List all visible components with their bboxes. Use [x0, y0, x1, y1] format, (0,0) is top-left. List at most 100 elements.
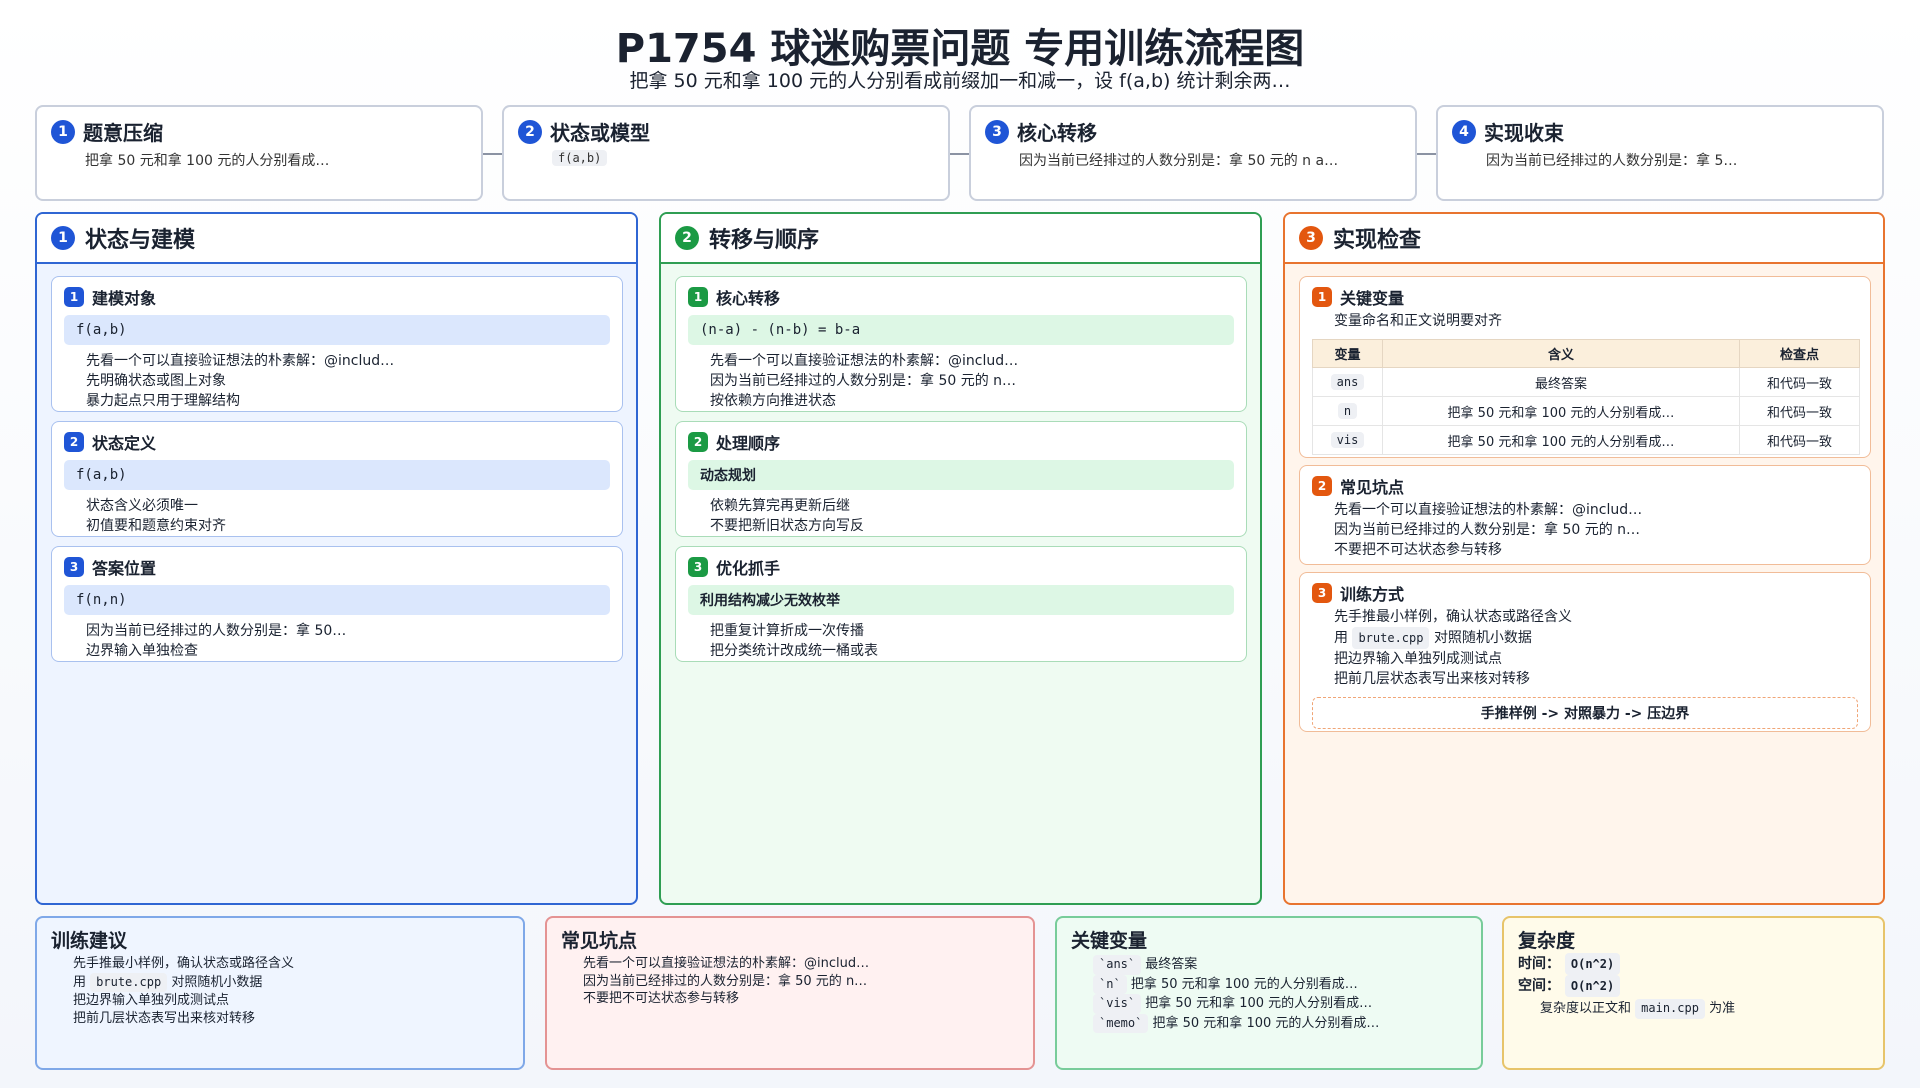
variable-meaning: 最终答案 [1382, 367, 1740, 397]
flow-step-1: 1 题意压缩 把拿 50 元和拿 100 元的人分别看成… [35, 105, 483, 201]
column-model: 1 状态与建模 1 建模对象 f(a,b) 先看一个可以直接验证想法的朴素解：@in… [35, 212, 638, 905]
card-title: 状态定义 [92, 434, 157, 453]
panel-key-variables: 关键变量 `ans` 最终答案 `n` 把拿 50 元和拿 100 元的人分别看… [1055, 916, 1483, 1070]
card-code: f(a,b) [64, 460, 610, 490]
table-row: vis 把拿 50 元和拿 100 元的人分别看成… 和代码一致 [1312, 425, 1860, 455]
training-flow: 手推样例 -> 对照暴力 -> 压边界 [1312, 697, 1858, 729]
list-item: 把前几层状态表写出来核对转移 [1334, 669, 1858, 689]
panel-title: 关键变量 [1071, 930, 1148, 952]
card-title: 训练方式 [1340, 585, 1405, 604]
card-number-badge: 2 [1312, 476, 1332, 496]
variable-meaning: 把拿 50 元和拿 100 元的人分别看成… [1382, 396, 1740, 426]
list-item: 先看一个可以直接验证想法的朴素解：@includ… [1334, 500, 1858, 520]
list-item: 先明确状态或图上对象 [86, 371, 610, 391]
list-item: 用 brute.cpp 对照随机小数据 [1334, 627, 1858, 649]
column-number-badge: 2 [675, 226, 699, 250]
list-item: 按依赖方向推进状态 [710, 391, 1234, 411]
list-item: 把边界输入单独列成测试点 [1334, 649, 1858, 669]
card-title: 关键变量 [1340, 289, 1405, 308]
panel-complexity: 复杂度 时间： O(n^2) 空间： O(n^2) 复杂度以正文和 main.c… [1502, 916, 1885, 1070]
list-item: 把边界输入单独列成测试点 [73, 992, 509, 1010]
card-code: (n-a) - (n-b) = b-a [688, 315, 1234, 345]
list-item: 把重复计算折成一次传播 [710, 621, 1234, 641]
column-title: 转移与顺序 [709, 228, 820, 253]
list-item: 因为当前已经排过的人数分别是：拿 50 元的 n… [1334, 520, 1858, 540]
card-number-badge: 3 [688, 557, 708, 577]
table-row: ans 最终答案 和代码一致 [1312, 367, 1860, 397]
card-modeling-object: 1 建模对象 f(a,b) 先看一个可以直接验证想法的朴素解：@includ… 先… [51, 276, 623, 412]
card-highlight: 利用结构减少无效枚举 [688, 585, 1234, 615]
card-title: 常见坑点 [1340, 478, 1405, 497]
column-number-badge: 3 [1299, 226, 1323, 250]
list-item: 初值要和题意约束对齐 [86, 516, 610, 536]
variable-name: n [1337, 403, 1358, 419]
list-item: 因为当前已经排过的人数分别是：拿 50 元的 n… [710, 371, 1234, 391]
panel-common-pitfalls: 常见坑点 先看一个可以直接验证想法的朴素解：@includ… 因为当前已经排过的… [545, 916, 1035, 1070]
card-number-badge: 2 [64, 432, 84, 452]
list-item: 把分类统计改成统一桶或表 [710, 641, 1234, 661]
card-core-transition: 1 核心转移 (n-a) - (n-b) = b-a 先看一个可以直接验证想法的朴… [675, 276, 1247, 412]
card-answer-position: 3 答案位置 f(n,n) 因为当前已经排过的人数分别是：拿 50… 边界输入单独… [51, 546, 623, 662]
step-title: 核心转移 [1017, 121, 1097, 145]
card-code: f(n,n) [64, 585, 610, 615]
column-number-badge: 1 [51, 226, 75, 250]
panel-title: 常见坑点 [561, 930, 638, 952]
card-title: 建模对象 [92, 289, 157, 308]
flow-connector [483, 153, 503, 155]
card-state-definition: 2 状态定义 f(a,b) 状态含义必须唯一 初值要和题意约束对齐 [51, 421, 623, 537]
variable-name: vis [1330, 432, 1365, 448]
step-desc: 因为当前已经排过的人数分别是：拿 5… [1486, 153, 1738, 169]
list-item: 状态含义必须唯一 [86, 496, 610, 516]
time-complexity: 时间： O(n^2) [1518, 953, 1869, 975]
step-title: 实现收束 [1484, 121, 1564, 145]
list-item: 先看一个可以直接验证想法的朴素解：@includ… [86, 351, 610, 371]
code-file: brute.cpp [90, 972, 168, 992]
column-title: 状态与建模 [85, 228, 196, 253]
card-number-badge: 3 [64, 557, 84, 577]
flow-step-4: 4 实现收束 因为当前已经排过的人数分别是：拿 5… [1436, 105, 1884, 201]
panel-training-advice: 训练建议 先手推最小样例，确认状态或路径含义 用 brute.cpp 对照随机小… [35, 916, 525, 1070]
flow-steps: 1 题意压缩 把拿 50 元和拿 100 元的人分别看成… 2 状态或模型 f(a,… [35, 105, 1885, 201]
panel-title: 复杂度 [1518, 930, 1576, 952]
column-transition: 2 转移与顺序 1 核心转移 (n-a) - (n-b) = b-a 先看一个可以直… [659, 212, 1262, 905]
space-complexity: 空间： O(n^2) [1518, 975, 1869, 997]
variables-table: 变量 含义 检查点 ans 最终答案 和代码一致 n 把拿 50 元和拿 100… [1312, 339, 1860, 455]
list-item: 复杂度以正文和 main.cpp 为准 [1540, 999, 1869, 1019]
card-training: 3 训练方式 先手推最小样例，确认状态或路径含义 用 brute.cpp 对照随机… [1299, 572, 1871, 732]
list-item: 先手推最小样例，确认状态或路径含义 [73, 955, 509, 973]
card-number-badge: 1 [64, 287, 84, 307]
variable-meaning: 把拿 50 元和拿 100 元的人分别看成… [1382, 425, 1740, 455]
card-number-badge: 1 [688, 287, 708, 307]
list-item: 暴力起点只用于理解结构 [86, 391, 610, 411]
card-optimization: 3 优化抓手 利用结构减少无效枚举 把重复计算折成一次传播 把分类统计改成统一桶或… [675, 546, 1247, 662]
step-desc: 把拿 50 元和拿 100 元的人分别看成… [85, 153, 330, 169]
code-file: main.cpp [1635, 999, 1705, 1019]
list-item: 先看一个可以直接验证想法的朴素解：@includ… [583, 955, 1019, 973]
step-desc: 因为当前已经排过的人数分别是：拿 50 元的 n a… [1019, 153, 1339, 169]
card-processing-order: 2 处理顺序 动态规划 依赖先算完再更新后继 不要把新旧状态方向写反 [675, 421, 1247, 537]
variable-check: 和代码一致 [1739, 367, 1860, 397]
list-item: 不要把不可达状态参与转移 [1334, 540, 1858, 560]
list-item: 依赖先算完再更新后继 [710, 496, 1234, 516]
step-code: f(a,b) [552, 150, 608, 166]
list-item: 不要把不可达状态参与转移 [583, 990, 1019, 1008]
flow-connector [1417, 153, 1437, 155]
card-number-badge: 3 [1312, 583, 1332, 603]
code-file: brute.cpp [1352, 627, 1430, 649]
list-item: 把前几层状态表写出来核对转移 [73, 1010, 509, 1028]
table-header: 含义 [1382, 339, 1740, 368]
card-number-badge: 1 [1312, 287, 1332, 307]
table-header: 变量 [1312, 339, 1383, 368]
list-item: `n` 把拿 50 元和拿 100 元的人分别看成… [1093, 974, 1467, 994]
card-title: 核心转移 [716, 289, 781, 308]
variable-name: `vis` [1093, 994, 1142, 1014]
card-highlight: 动态规划 [688, 460, 1234, 490]
list-item: 变量命名和正文说明要对齐 [1334, 311, 1858, 331]
step-number-badge: 1 [51, 119, 75, 144]
step-number-badge: 3 [985, 119, 1009, 144]
card-title: 优化抓手 [716, 559, 781, 578]
list-item: 边界输入单独检查 [86, 641, 610, 661]
variable-name: `memo` [1093, 1013, 1149, 1033]
panel-title: 训练建议 [51, 930, 128, 952]
card-title: 处理顺序 [716, 434, 781, 453]
